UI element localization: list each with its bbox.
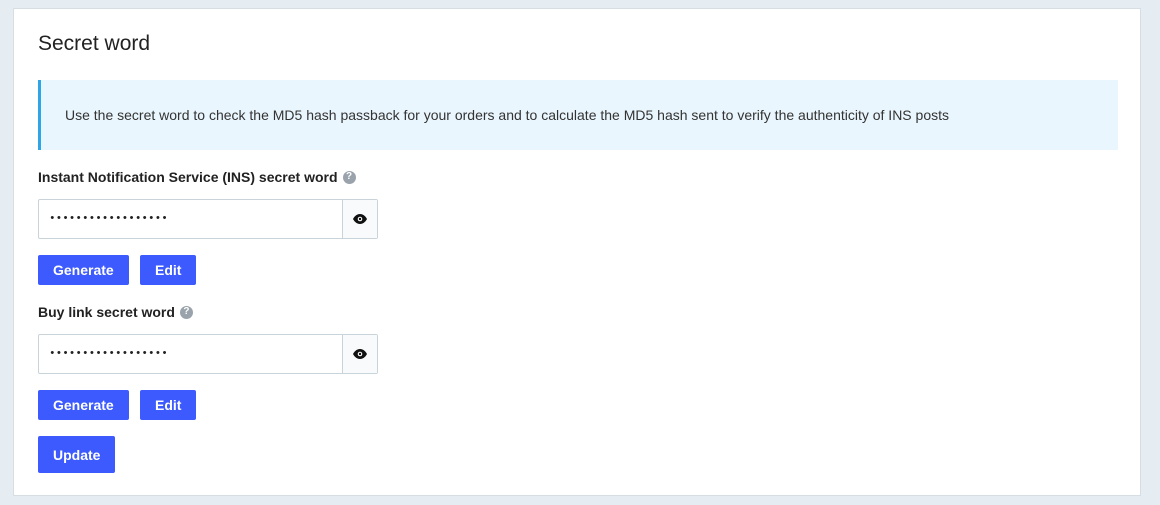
ins-generate-button[interactable]: Generate [38,255,129,285]
info-text: Use the secret word to check the MD5 has… [65,107,949,123]
buylink-secret-label: Buy link secret word ? [38,304,193,320]
buylink-edit-button[interactable]: Edit [140,390,197,420]
ins-secret-input[interactable] [39,200,342,238]
ins-secret-label: Instant Notification Service (INS) secre… [38,169,356,185]
help-icon[interactable]: ? [179,305,193,319]
buylink-generate-button[interactable]: Generate [38,390,129,420]
ins-edit-button[interactable]: Edit [140,255,197,285]
secret-word-card: Secret word Use the secret word to check… [13,8,1141,496]
ins-secret-input-group [38,199,378,239]
buylink-secret-input[interactable] [39,335,342,373]
buylink-reveal-button[interactable] [342,335,377,373]
card-title: Secret word [38,32,151,55]
update-button[interactable]: Update [38,436,116,473]
ins-secret-label-text: Instant Notification Service (INS) secre… [38,169,338,185]
buylink-secret-label-text: Buy link secret word [38,304,175,320]
info-box: Use the secret word to check the MD5 has… [38,80,1118,150]
ins-reveal-button[interactable] [342,200,377,238]
buylink-secret-input-group [38,334,378,374]
eye-icon [353,349,367,359]
help-icon[interactable]: ? [342,170,356,184]
eye-icon [353,214,367,224]
